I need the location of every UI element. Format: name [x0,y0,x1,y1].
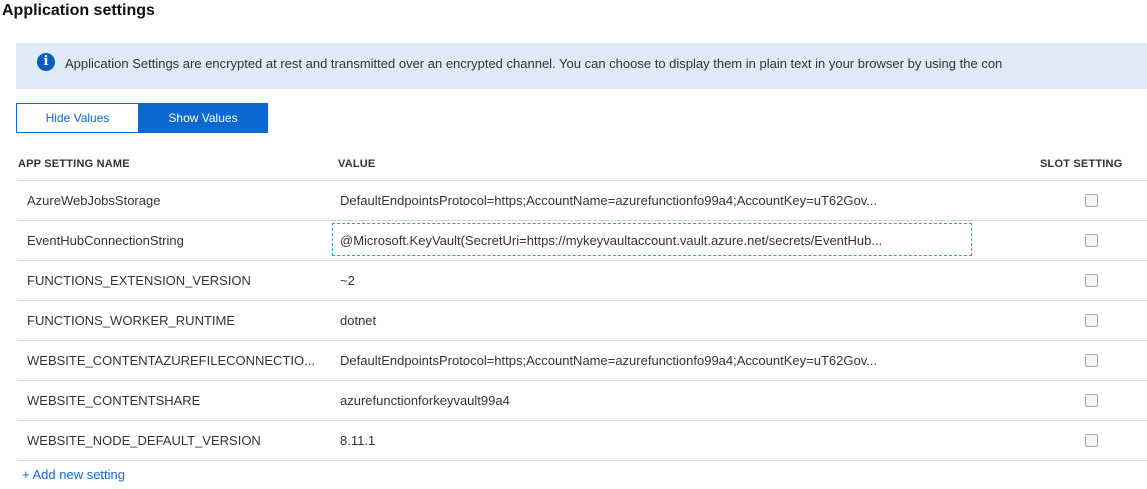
table-row[interactable]: WEBSITE_CONTENTSHARE azurefunctionforkey… [18,381,1147,421]
setting-value[interactable]: DefaultEndpointsProtocol=https;AccountNa… [340,353,877,368]
setting-name[interactable]: WEBSITE_CONTENTSHARE [27,393,200,408]
setting-name[interactable]: FUNCTIONS_WORKER_RUNTIME [27,313,235,328]
slot-setting-checkbox[interactable] [1085,354,1098,367]
slot-setting-checkbox[interactable] [1085,314,1098,327]
setting-value[interactable]: ~2 [340,273,355,288]
header-app-setting-name: APP SETTING NAME [18,158,130,170]
slot-setting-checkbox[interactable] [1085,274,1098,287]
info-icon: i [37,53,55,71]
setting-name[interactable]: AzureWebJobsStorage [27,193,160,208]
app-settings-table: APP SETTING NAME VALUE SLOT SETTING Azur… [18,150,1147,461]
setting-value[interactable]: 8.11.1 [340,433,375,448]
setting-value[interactable]: azurefunctionforkeyvault99a4 [340,393,510,408]
table-row[interactable]: EventHubConnectionString @Microsoft.KeyV… [18,221,1147,261]
page-title: Application settings [2,2,155,19]
setting-value[interactable]: DefaultEndpointsProtocol=https;AccountNa… [340,193,877,208]
setting-value[interactable]: @Microsoft.KeyVault(SecretUri=https://my… [340,233,882,248]
table-row[interactable]: WEBSITE_NODE_DEFAULT_VERSION 8.11.1 [18,421,1147,461]
setting-name[interactable]: EventHubConnectionString [27,233,184,248]
slot-setting-checkbox[interactable] [1085,194,1098,207]
header-value: VALUE [338,158,376,170]
slot-setting-checkbox[interactable] [1085,234,1098,247]
table-row[interactable]: WEBSITE_CONTENTAZUREFILECONNECTIO... Def… [18,341,1147,381]
table-row[interactable]: AzureWebJobsStorage DefaultEndpointsProt… [18,180,1147,221]
values-toggle: Hide Values Show Values [16,103,268,133]
table-header: APP SETTING NAME VALUE SLOT SETTING [18,150,1147,180]
add-new-setting-link[interactable]: + Add new setting [22,467,125,482]
slot-setting-checkbox[interactable] [1085,434,1098,447]
header-slot-setting: SLOT SETTING [1040,158,1123,170]
setting-value[interactable]: dotnet [340,313,376,328]
table-row[interactable]: FUNCTIONS_EXTENSION_VERSION ~2 [18,261,1147,301]
setting-name[interactable]: WEBSITE_NODE_DEFAULT_VERSION [27,433,261,448]
setting-name[interactable]: FUNCTIONS_EXTENSION_VERSION [27,273,251,288]
hide-values-button[interactable]: Hide Values [16,103,139,133]
table-row[interactable]: FUNCTIONS_WORKER_RUNTIME dotnet [18,301,1147,341]
show-values-button[interactable]: Show Values [139,103,268,133]
slot-setting-checkbox[interactable] [1085,394,1098,407]
setting-name[interactable]: WEBSITE_CONTENTAZUREFILECONNECTIO... [27,353,315,368]
banner-text: Application Settings are encrypted at re… [65,56,1003,71]
info-banner: i Application Settings are encrypted at … [16,43,1147,89]
